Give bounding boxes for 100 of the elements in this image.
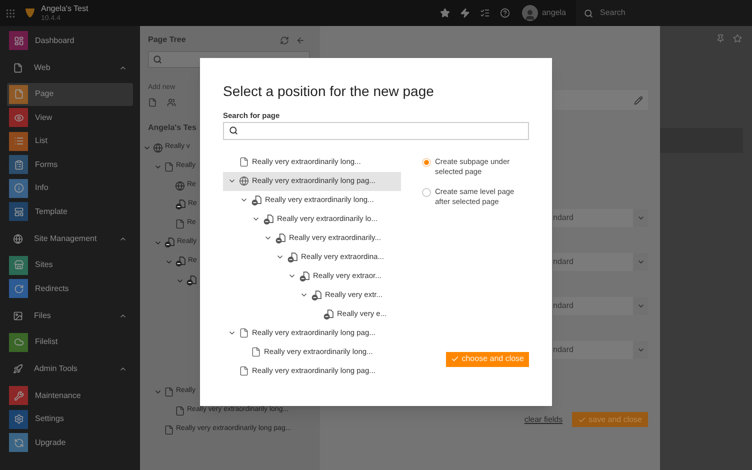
page-minus-icon: [175, 199, 186, 210]
module-item[interactable]: Maintenance: [7, 384, 133, 408]
page-minus-icon: [186, 275, 197, 286]
page-minus-icon: [323, 308, 334, 320]
collapse-icon[interactable]: [119, 64, 127, 72]
group-header[interactable]: Web: [0, 52, 140, 82]
check-icon: [578, 416, 586, 424]
chevron-down-icon[interactable]: [154, 162, 162, 170]
chevron-down-icon[interactable]: [288, 272, 296, 280]
chevron-down-icon[interactable]: [252, 215, 260, 223]
chevron-down-icon: [636, 302, 644, 310]
module-item[interactable]: Redirects: [7, 277, 133, 300]
chevron-down-icon[interactable]: [154, 238, 162, 246]
collapse-icon[interactable]: [119, 365, 127, 373]
page-minus-icon: [263, 214, 274, 224]
module-item[interactable]: Forms: [7, 153, 133, 176]
module-item[interactable]: Sites: [7, 254, 133, 277]
pin-icon[interactable]: [716, 34, 725, 43]
module-item[interactable]: Upgrade: [7, 431, 133, 454]
file-icon: [239, 157, 249, 167]
select-field[interactable]: ndard: [553, 253, 648, 271]
check-icon: [450, 355, 459, 363]
search-input[interactable]: Search: [600, 7, 720, 19]
module-item[interactable]: Filelist: [7, 330, 133, 354]
globe-icon: [153, 142, 163, 152]
page-minus-icon: [251, 194, 262, 206]
chevron-down-icon: [636, 258, 644, 266]
chevron-down-icon[interactable]: [154, 388, 162, 396]
bolt-icon[interactable]: [460, 8, 470, 18]
page-icon: [13, 62, 23, 72]
select-field[interactable]: ndard: [553, 297, 648, 315]
search-bar[interactable]: Search: [576, 0, 752, 26]
chevron-down-icon[interactable]: [176, 276, 184, 284]
help-icon[interactable]: [500, 8, 510, 18]
collapse-icon[interactable]: [119, 312, 127, 320]
file-icon: [175, 218, 185, 228]
file-icon: [239, 328, 249, 338]
site-name: Angela's Tes: [148, 124, 196, 132]
chevron-down-icon[interactable]: [276, 253, 284, 261]
user-name[interactable]: angela: [542, 7, 566, 19]
search-icon[interactable]: [584, 8, 593, 18]
site-name: Angela's Test: [41, 4, 88, 12]
module-item[interactable]: Page: [7, 82, 133, 106]
module-item[interactable]: Info: [7, 176, 133, 200]
page-minus-icon: [287, 252, 298, 262]
chevron-down-icon[interactable]: [143, 144, 151, 152]
radio-button[interactable]: [422, 188, 431, 196]
file-icon: [239, 366, 249, 376]
module-item[interactable]: Settings: [7, 408, 133, 431]
rocket-icon: [13, 364, 23, 374]
chevron-down-icon[interactable]: [228, 177, 236, 185]
logo-icon[interactable]: [24, 7, 36, 19]
image-icon: [13, 310, 23, 320]
select-field[interactable]: ndard: [553, 209, 648, 227]
search-field[interactable]: [223, 122, 529, 140]
grid-menu-icon[interactable]: [4, 8, 16, 18]
globe-icon: [239, 176, 249, 186]
module-item[interactable]: Template: [7, 200, 133, 224]
file-icon: [164, 162, 174, 172]
clear-fields-link[interactable]: clear fields: [524, 414, 563, 426]
page-minus-icon: [311, 290, 322, 300]
star-icon[interactable]: [440, 8, 450, 18]
file-icon: [251, 347, 261, 357]
module-item[interactable]: List: [7, 130, 133, 153]
group-header[interactable]: Admin Tools: [0, 354, 140, 384]
dialog-title: Select a position for the new page: [223, 82, 435, 100]
file-icon: [164, 424, 174, 434]
chevron-down-icon[interactable]: [228, 329, 236, 337]
group-header[interactable]: Files: [0, 300, 140, 330]
file-icon: [164, 386, 174, 396]
chevron-down-icon: [636, 214, 644, 222]
chevron-down-icon[interactable]: [300, 291, 308, 299]
group-header[interactable]: Site Management: [0, 224, 140, 254]
new-page-icon[interactable]: [148, 98, 157, 107]
search-icon: [229, 126, 238, 135]
text-field[interactable]: [553, 90, 648, 110]
users-icon[interactable]: [167, 98, 176, 107]
collapse-icon[interactable]: [119, 234, 127, 242]
page-minus-icon: [299, 270, 310, 282]
chevron-down-icon[interactable]: [264, 234, 272, 242]
avatar-icon[interactable]: [522, 5, 538, 21]
page-minus-icon: [275, 232, 286, 244]
chevron-down-icon: [636, 346, 644, 354]
chevron-down-icon[interactable]: [240, 196, 248, 204]
module-item[interactable]: Dashboard: [7, 29, 133, 52]
refresh-icon[interactable]: [280, 36, 289, 44]
select-field[interactable]: ndard: [553, 341, 648, 359]
file-icon: [175, 406, 185, 416]
globe-icon: [175, 180, 185, 190]
back-arrow-icon[interactable]: [296, 36, 305, 44]
module-item[interactable]: View: [7, 106, 133, 130]
search-icon: [153, 55, 162, 64]
page-minus-icon: [164, 237, 175, 248]
globe-icon: [13, 234, 23, 244]
radio-button[interactable]: [422, 158, 431, 166]
chevron-down-icon[interactable]: [165, 258, 173, 266]
list-icon[interactable]: [480, 8, 490, 18]
star-icon[interactable]: [733, 34, 742, 43]
pencil-icon[interactable]: [634, 96, 643, 104]
panel-title: Page Tree: [148, 34, 187, 46]
